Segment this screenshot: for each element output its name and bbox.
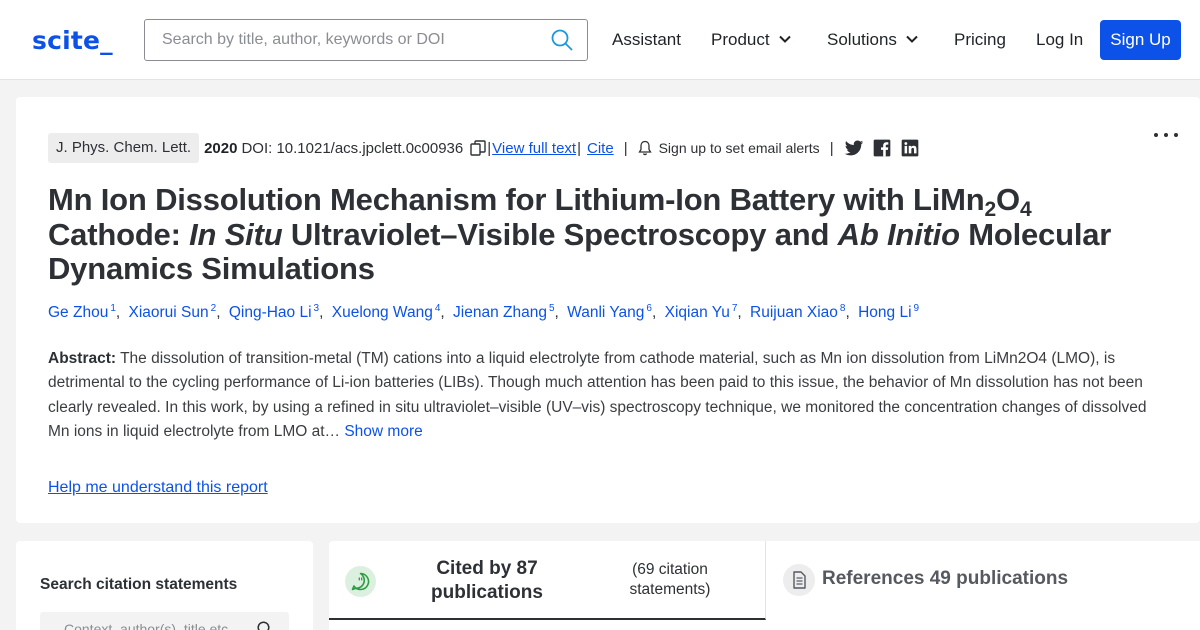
author-link[interactable]: Jienan Zhang bbox=[453, 304, 547, 321]
author-link[interactable]: Wanli Yang bbox=[567, 304, 644, 321]
linkedin-icon[interactable] bbox=[900, 138, 920, 158]
author-link[interactable]: Ge Zhou bbox=[48, 304, 108, 321]
search-icon[interactable] bbox=[551, 29, 573, 51]
citation-tabs: " Cited by 87 publications (69 citation … bbox=[329, 541, 1200, 630]
search-box bbox=[144, 19, 588, 61]
nav-solutions[interactable]: Solutions bbox=[827, 30, 919, 50]
citation-statements-count: (69 citation statements) bbox=[629, 561, 711, 598]
tab-references[interactable]: References 49 publications bbox=[767, 541, 1200, 620]
search-input[interactable] bbox=[145, 20, 545, 60]
cited-by-count: Cited by 87 publications bbox=[431, 558, 543, 603]
facebook-icon[interactable] bbox=[872, 138, 892, 158]
publication-year: 2020 bbox=[204, 139, 238, 157]
author-link[interactable]: Xiqian Yu bbox=[665, 304, 730, 321]
separator: | bbox=[487, 139, 492, 157]
abstract-text: The dissolution of transition-metal (TM)… bbox=[48, 350, 1147, 440]
more-options-icon[interactable] bbox=[1152, 129, 1180, 141]
copy-icon[interactable] bbox=[470, 140, 486, 156]
chevron-down-icon bbox=[778, 35, 791, 43]
abstract: Abstract: The dissolution of transition-… bbox=[48, 347, 1160, 444]
citation-search-panel: Search citation statements bbox=[16, 541, 313, 630]
document-icon bbox=[783, 564, 815, 596]
view-full-text-link[interactable]: View full text bbox=[492, 140, 576, 157]
citation-search-box bbox=[40, 612, 289, 630]
help-understand-link[interactable]: Help me understand this report bbox=[48, 479, 268, 497]
author-link[interactable]: Qing-Hao Li bbox=[229, 304, 312, 321]
tab-cited-by[interactable]: " Cited by 87 publications (69 citation … bbox=[329, 541, 766, 620]
citation-search-input[interactable] bbox=[40, 612, 255, 630]
citation-search-heading: Search citation statements bbox=[40, 576, 238, 593]
twitter-icon[interactable] bbox=[844, 138, 864, 158]
cite-link[interactable]: Cite bbox=[587, 140, 614, 157]
nav-assistant[interactable]: Assistant bbox=[612, 30, 681, 50]
top-navigation-bar: scite_ Assistant Product Solutions Prici… bbox=[0, 0, 1200, 80]
chevron-down-icon bbox=[906, 35, 918, 43]
references-count: References 49 publications bbox=[822, 568, 1069, 589]
citation-statement-icon: " bbox=[345, 566, 376, 597]
signup-button[interactable]: Sign Up bbox=[1100, 20, 1181, 60]
journal-badge[interactable]: J. Phys. Chem. Lett. bbox=[48, 133, 200, 163]
nav-pricing[interactable]: Pricing bbox=[954, 30, 1006, 50]
scite-logo[interactable]: scite_ bbox=[32, 26, 113, 55]
separator: | bbox=[623, 139, 628, 157]
author-link[interactable]: Hong Li bbox=[858, 304, 911, 321]
bell-icon[interactable] bbox=[637, 140, 652, 156]
nav-product-label: Product bbox=[711, 30, 770, 49]
nav-login[interactable]: Log In bbox=[1036, 30, 1083, 50]
separator: | bbox=[829, 139, 834, 157]
abstract-label: Abstract: bbox=[48, 350, 117, 367]
show-more-link[interactable]: Show more bbox=[344, 423, 422, 440]
author-link[interactable]: Xiaorui Sun bbox=[129, 304, 209, 321]
email-alerts-link[interactable]: Sign up to set email alerts bbox=[659, 140, 820, 156]
article-meta: J. Phys. Chem. Lett. 2020 DOI: 10.1021/a… bbox=[48, 133, 920, 163]
article-card: J. Phys. Chem. Lett. 2020 DOI: 10.1021/a… bbox=[16, 97, 1200, 523]
author-link[interactable]: Xuelong Wang bbox=[332, 304, 433, 321]
author-list: Ge Zhou 1, Xiaorui Sun 2, Qing-Hao Li 3, Xu… bbox=[48, 303, 920, 322]
author-link[interactable]: Ruijuan Xiao bbox=[750, 304, 838, 321]
doi: DOI: 10.1021/acs.jpclett.0c00936 bbox=[241, 139, 464, 157]
svg-text:": " bbox=[358, 576, 364, 589]
separator: | bbox=[577, 139, 581, 157]
article-title: Mn Ion Dissolution Mechanism for Lithium… bbox=[48, 182, 1112, 286]
nav-product[interactable]: Product bbox=[711, 30, 792, 50]
search-icon[interactable] bbox=[257, 621, 273, 630]
nav-solutions-label: Solutions bbox=[827, 30, 897, 49]
